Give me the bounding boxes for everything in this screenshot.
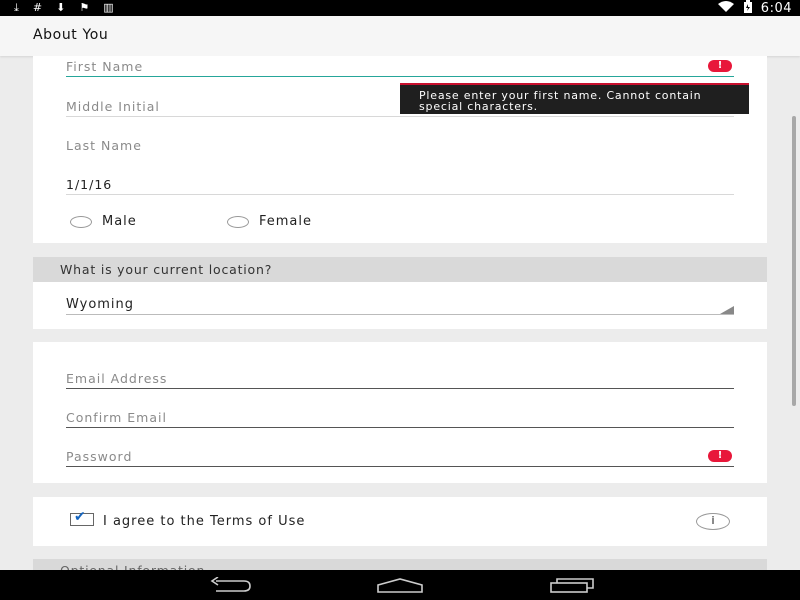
location-section-header: What is your current location? bbox=[33, 257, 767, 282]
recents-icon[interactable] bbox=[541, 570, 601, 600]
confirm-email-placeholder: Confirm Email bbox=[66, 410, 167, 425]
location-selected-value: Wyoming bbox=[66, 297, 135, 312]
first-name-error-tooltip: Please enter your first name. Cannot con… bbox=[400, 83, 749, 114]
page-title: About You bbox=[33, 27, 109, 43]
middle-initial-placeholder: Middle Initial bbox=[66, 99, 160, 114]
app-bar: About You bbox=[0, 16, 800, 56]
male-label: Male bbox=[102, 214, 137, 229]
location-question: What is your current location? bbox=[60, 262, 273, 277]
status-clock: 6:04 bbox=[760, 0, 792, 16]
birth-date-underline bbox=[66, 194, 734, 195]
confirm-email-underline bbox=[66, 427, 734, 428]
email-underline bbox=[66, 388, 734, 389]
gender-female-radio[interactable]: Female bbox=[227, 214, 312, 229]
email-placeholder: Email Address bbox=[66, 371, 168, 386]
last-name-field[interactable]: Last Name bbox=[66, 136, 734, 156]
flag-icon: ⚑ bbox=[79, 1, 90, 14]
scrollbar[interactable] bbox=[792, 116, 796, 406]
password-field[interactable]: Password ! bbox=[66, 447, 734, 467]
download-box-icon: ⬇ bbox=[56, 1, 66, 14]
checkmark-icon: ✔ bbox=[74, 509, 86, 525]
radio-circle[interactable] bbox=[70, 215, 92, 228]
birth-date-value: 1/1/16 bbox=[66, 177, 113, 192]
password-placeholder: Password bbox=[66, 449, 133, 464]
first-name-placeholder: First Name bbox=[66, 59, 144, 74]
location-underline bbox=[66, 314, 734, 315]
status-bar: ⤓ # ⬇ ⚑ ▥ 6:04 bbox=[0, 0, 800, 16]
first-name-field[interactable]: First Name ! bbox=[66, 57, 734, 77]
password-underline bbox=[66, 466, 734, 467]
first-name-underline bbox=[66, 76, 734, 77]
error-icon[interactable]: ! bbox=[708, 450, 732, 462]
birth-date-field[interactable]: 1/1/16 bbox=[66, 175, 734, 195]
hash-icon: # bbox=[32, 1, 43, 14]
email-field[interactable]: Email Address bbox=[66, 369, 734, 389]
info-icon[interactable]: i bbox=[696, 513, 730, 530]
error-icon[interactable]: ! bbox=[708, 60, 732, 72]
battery-charging-icon bbox=[743, 0, 753, 17]
nav-bar bbox=[0, 570, 800, 600]
barcode-icon: ▥ bbox=[103, 1, 114, 14]
account-card: Email Address Confirm Email Password ! bbox=[33, 342, 767, 483]
radio-circle[interactable] bbox=[227, 215, 249, 228]
terms-checkbox[interactable]: ✔ bbox=[70, 509, 94, 526]
download-icon: ⤓ bbox=[14, 1, 19, 14]
female-label: Female bbox=[259, 214, 313, 229]
home-icon[interactable] bbox=[370, 570, 430, 600]
terms-label[interactable]: I agree to the Terms of Use bbox=[103, 514, 305, 529]
wifi-icon bbox=[717, 0, 735, 16]
confirm-email-field[interactable]: Confirm Email bbox=[66, 408, 734, 428]
gender-male-radio[interactable]: Male bbox=[70, 214, 137, 229]
location-dropdown[interactable]: Wyoming bbox=[66, 296, 734, 315]
dropdown-arrow-icon[interactable] bbox=[720, 306, 734, 314]
back-icon[interactable] bbox=[200, 570, 260, 600]
last-name-placeholder: Last Name bbox=[66, 138, 142, 153]
middle-initial-underline bbox=[66, 116, 734, 117]
